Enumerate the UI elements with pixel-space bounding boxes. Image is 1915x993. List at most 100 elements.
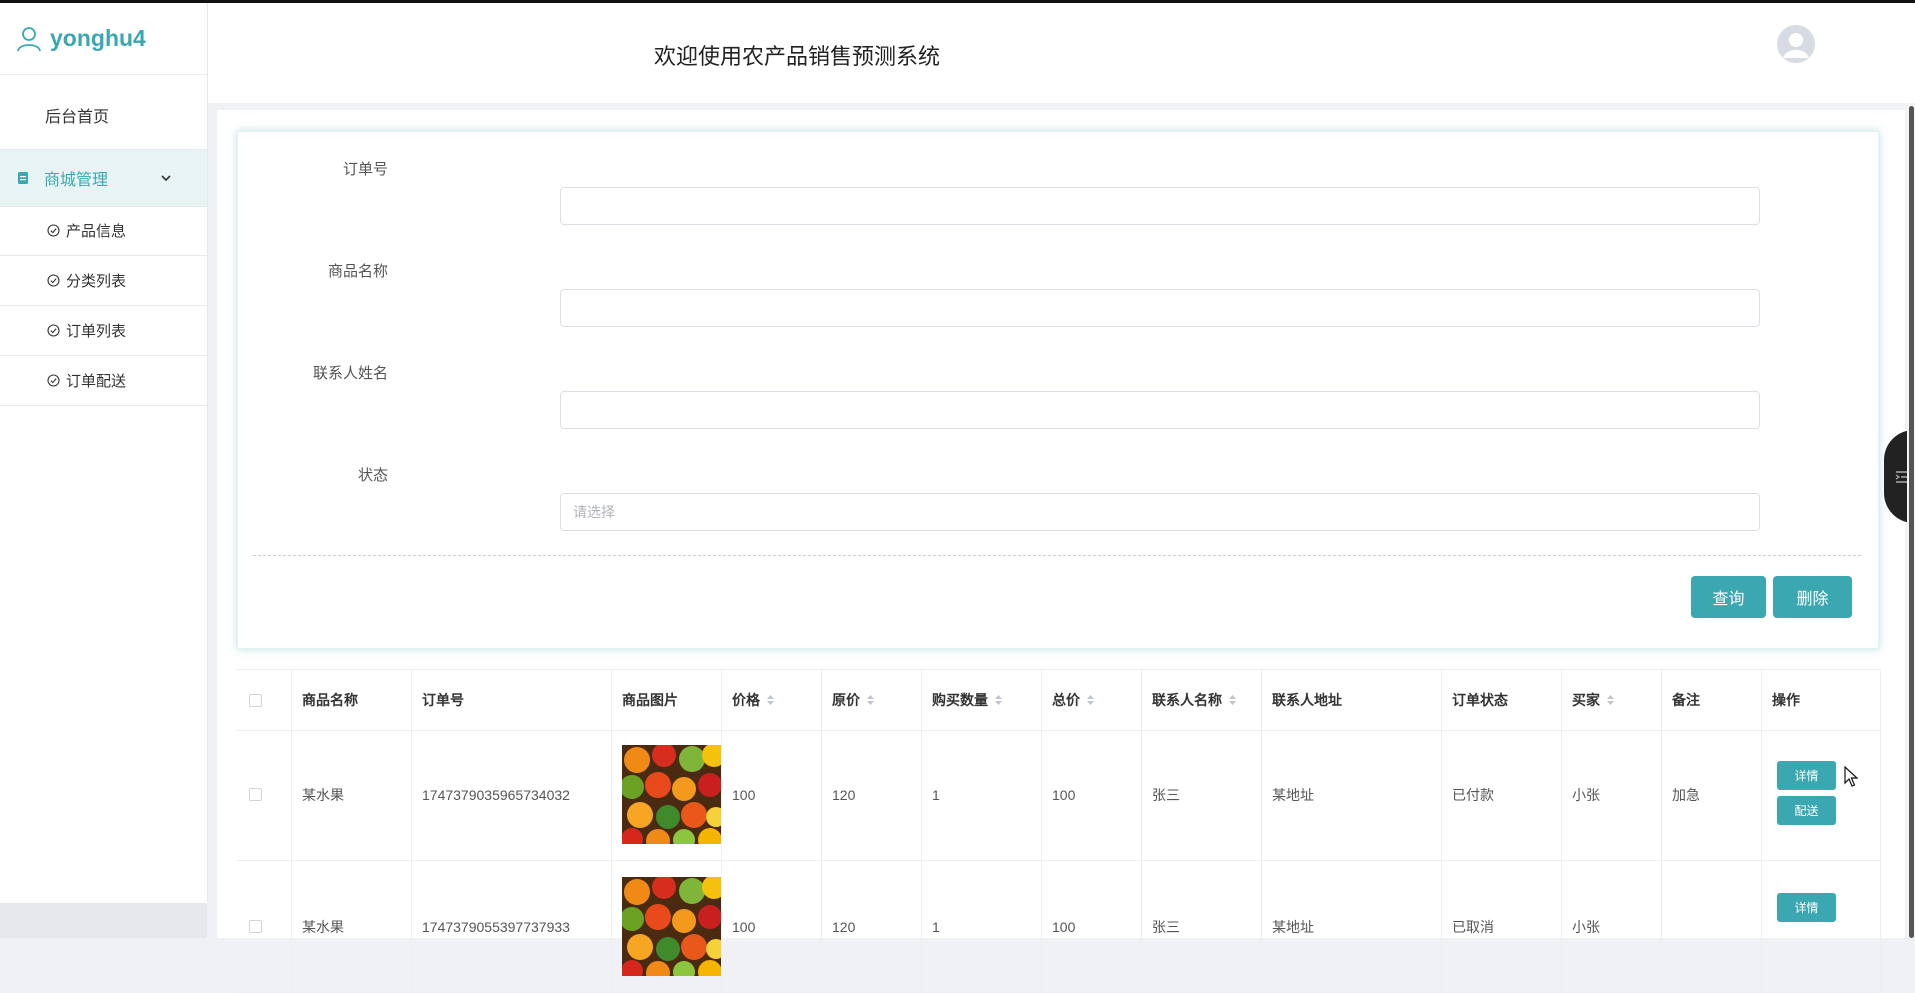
check-circle-icon: [47, 224, 60, 237]
status-label: 状态: [357, 467, 388, 484]
cell-buyer: 小张: [1562, 729, 1662, 860]
sort-icon: [1229, 695, 1236, 705]
search-form: 订单号 商品名称 联系人姓名 状态: [237, 131, 1879, 649]
contact-name-label: 联系人姓名: [312, 365, 388, 382]
row-checkbox[interactable]: [249, 788, 262, 801]
sort-icon: [767, 695, 774, 705]
detail-button[interactable]: 详情: [1777, 761, 1836, 790]
cell-quantity: 1: [922, 729, 1042, 860]
cell-contact-name: 张三: [1142, 861, 1262, 992]
cell-order-status: 已取消: [1442, 861, 1562, 992]
sidebar-item-label: 订单列表: [66, 323, 127, 340]
cell-price: 100: [722, 861, 822, 992]
table-row: 某水果 1747379055397737933 100 120 1 100 张三…: [237, 861, 1881, 993]
order-no-label: 订单号: [342, 161, 388, 178]
product-image[interactable]: [622, 877, 721, 976]
col-total-label: 总价: [1052, 692, 1080, 708]
product-name-label: 商品名称: [327, 263, 388, 280]
col-quantity-label: 购买数量: [932, 692, 988, 708]
col-buyer-label: 买家: [1572, 692, 1600, 708]
sidebar-item-category-list[interactable]: 分类列表: [0, 256, 207, 306]
row-select-cell: [237, 729, 292, 860]
cell-original-price: 120: [822, 861, 922, 992]
cell-actions: 详情: [1762, 861, 1881, 992]
brand: yonghu4: [16, 25, 146, 52]
col-contact-address: 联系人地址: [1262, 670, 1442, 730]
sidebar-item-order-delivery[interactable]: 订单配送: [0, 356, 207, 406]
cell-contact-name: 张三: [1142, 729, 1262, 860]
cell-original-price: 120: [822, 729, 922, 860]
cell-buyer: 小张: [1562, 861, 1662, 992]
avatar[interactable]: [1777, 25, 1815, 63]
sort-icon: [1607, 695, 1614, 705]
form-divider: [253, 555, 1861, 556]
cell-product-image: [612, 729, 722, 860]
sidebar: yonghu4 后台首页 商城管理 产品信息 分类列表 订单列表 订单配送: [0, 3, 208, 903]
page-title: 欢迎使用农产品销售预测系统: [654, 44, 941, 69]
cell-actions: 详情 配送: [1762, 729, 1881, 860]
sidebar-item-label: 订单配送: [66, 373, 127, 390]
deliver-button[interactable]: 配送: [1777, 796, 1836, 825]
col-product-name: 商品名称: [292, 670, 412, 730]
col-contact-name[interactable]: 联系人名称: [1142, 670, 1262, 730]
chevron-down-icon: [161, 175, 171, 182]
cell-order-no: 1747379035965734032: [412, 729, 612, 860]
col-buyer[interactable]: 买家: [1562, 670, 1662, 730]
sidebar-group-mall[interactable]: 商城管理: [0, 149, 207, 207]
user-icon: [17, 26, 41, 51]
cell-total: 100: [1042, 729, 1142, 860]
row-select-cell: [237, 861, 292, 992]
select-all-cell: [237, 670, 292, 730]
query-button[interactable]: 查询: [1691, 576, 1766, 618]
col-price[interactable]: 价格: [722, 670, 822, 730]
cell-order-no: 1747379055397737933: [412, 861, 612, 992]
cell-total: 100: [1042, 861, 1142, 992]
table-header: 商品名称 订单号 商品图片 价格 原价 购买数量 总价 联系人名称 联系人地址 …: [237, 669, 1881, 731]
username: yonghu4: [50, 25, 146, 51]
col-quantity[interactable]: 购买数量: [922, 670, 1042, 730]
contact-name-input[interactable]: [560, 391, 1760, 429]
product-name-input[interactable]: [560, 289, 1760, 327]
product-image[interactable]: [622, 745, 721, 844]
col-original-price[interactable]: 原价: [822, 670, 922, 730]
sidebar-group-label: 商城管理: [44, 172, 109, 189]
select-all-checkbox[interactable]: [249, 693, 262, 707]
col-contact-name-label: 联系人名称: [1152, 692, 1222, 708]
table-row: 某水果 1747379035965734032 100 120 1 100 张三…: [237, 729, 1881, 861]
sort-icon: [1087, 695, 1094, 705]
col-order-status: 订单状态: [1442, 670, 1562, 730]
divider: [0, 74, 207, 75]
col-product-image: 商品图片: [612, 670, 722, 730]
cell-product-image: [612, 861, 722, 992]
cell-remark: [1662, 861, 1762, 992]
sidebar-item-home[interactable]: 后台首页: [45, 103, 109, 127]
header: 欢迎使用农产品销售预测系统: [208, 3, 1915, 103]
check-circle-icon: [47, 274, 60, 287]
detail-button[interactable]: 详情: [1777, 893, 1836, 922]
document-icon: [18, 172, 28, 184]
col-price-label: 价格: [732, 692, 760, 708]
cell-order-status: 已付款: [1442, 729, 1562, 860]
status-select[interactable]: [560, 493, 1760, 531]
scrollbar-thumb[interactable]: [1909, 106, 1914, 938]
col-order-no: 订单号: [412, 670, 612, 730]
sidebar-item-label: 产品信息: [66, 223, 127, 240]
mouse-cursor-icon: [1844, 766, 1858, 787]
sidebar-item-order-list[interactable]: 订单列表: [0, 306, 207, 356]
col-actions: 操作: [1762, 670, 1881, 730]
cell-product-name: 某水果: [292, 861, 412, 992]
sidebar-item-product-info[interactable]: 产品信息: [0, 206, 207, 256]
sidebar-footer: [0, 903, 207, 938]
delete-button[interactable]: 删除: [1773, 576, 1852, 618]
col-total[interactable]: 总价: [1042, 670, 1142, 730]
cell-contact-address: 某地址: [1262, 861, 1442, 992]
cell-price: 100: [722, 729, 822, 860]
check-circle-icon: [47, 324, 60, 337]
order-no-input[interactable]: [560, 187, 1760, 225]
sidebar-item-label: 分类列表: [66, 273, 127, 290]
cell-remark: 加急: [1662, 729, 1762, 860]
row-checkbox[interactable]: [249, 920, 262, 933]
cell-quantity: 1: [922, 861, 1042, 992]
sort-icon: [995, 695, 1002, 705]
check-circle-icon: [47, 374, 60, 387]
